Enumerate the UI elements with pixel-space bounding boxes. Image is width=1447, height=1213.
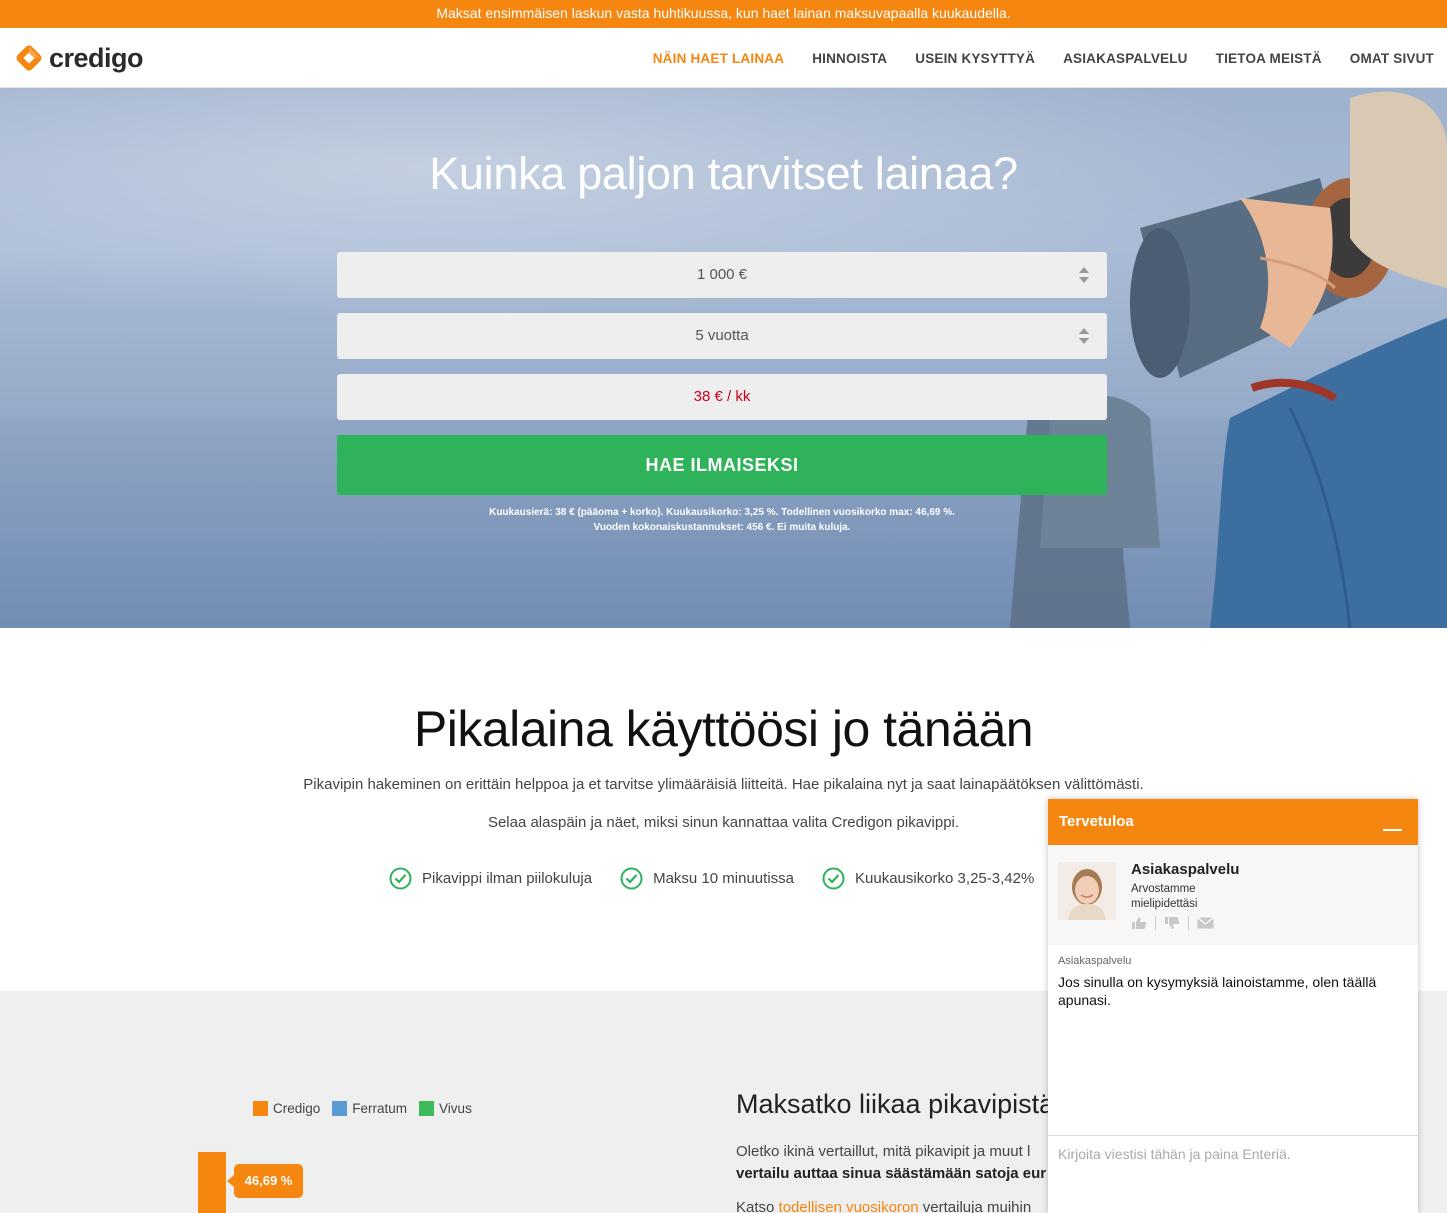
chart-legend: Credigo Ferratum Vivus: [253, 1101, 484, 1116]
loan-amount-select[interactable]: 1 000 €: [337, 252, 1107, 298]
fine-print-line-2: Vuoden kokonaiskustannukset: 456 €. Ei m…: [593, 522, 851, 533]
avatar: [1058, 862, 1116, 920]
legend-item: Credigo: [253, 1101, 320, 1116]
loan-fine-print: Kuukausierä: 38 € (pääoma + korko). Kuuk…: [337, 505, 1107, 535]
nav-item-asiakaspalvelu[interactable]: ASIAKASPALVELU: [1063, 51, 1188, 66]
feature-item: Maksu 10 minuutissa: [620, 867, 794, 890]
link-prefix: Katso: [736, 1199, 779, 1213]
nav-item-usein-kysyttya[interactable]: USEIN KYSYTTYÄ: [915, 51, 1035, 66]
monthly-payment-display: 38 € / kk: [337, 374, 1107, 420]
main-nav: NÄIN HAET LAINAA HINNOISTA USEIN KYSYTTY…: [625, 28, 1434, 88]
link-suffix: vertailuja muihin: [918, 1199, 1032, 1213]
legend-item: Ferratum: [332, 1101, 407, 1116]
chat-message-input[interactable]: Kirjoita viestisi tähän ja paina Enteriä…: [1048, 1135, 1418, 1213]
check-circle-icon: [389, 867, 412, 889]
chat-title: Tervetuloa: [1059, 813, 1134, 830]
comparison-text: Oletko ikinä vertaillut, mitä pikavipit …: [736, 1143, 1031, 1160]
agent-name: Asiakaspalvelu: [1131, 861, 1240, 878]
legend-swatch: [253, 1101, 268, 1116]
chat-agent-panel: Asiakaspalvelu Arvostamme mielipidettäsi: [1048, 845, 1418, 945]
monthly-payment-value: 38 € / kk: [693, 388, 751, 405]
logo[interactable]: credigo: [14, 42, 144, 74]
logo-text: credigo: [49, 42, 144, 73]
check-circle-icon: [620, 867, 643, 889]
comparison-title: Maksatko liikaa pikavipistä?: [736, 1089, 1070, 1119]
hero-title: Kuinka paljon tarvitset lainaa?: [429, 148, 1018, 199]
legend-label: Ferratum: [352, 1101, 408, 1116]
apr-link[interactable]: todellisen vuosikoron: [779, 1199, 919, 1213]
nav-item-omat-sivut[interactable]: OMAT SIVUT: [1350, 51, 1434, 66]
hero-section: Kuinka paljon tarvitset lainaa? 1 000 € …: [0, 88, 1447, 628]
email-icon[interactable]: [1197, 917, 1214, 929]
message-sender: Asiakaspalvelu: [1058, 955, 1132, 967]
chat-header[interactable]: Tervetuloa: [1048, 799, 1418, 845]
loan-term-select[interactable]: 5 vuotta: [337, 313, 1107, 359]
rating-row: [1131, 916, 1214, 930]
legend-label: Credigo: [273, 1101, 321, 1116]
section-title: Pikalaina käyttöösi jo tänään: [413, 701, 1034, 757]
feature-item: Pikavippi ilman piilokuluja: [389, 867, 592, 890]
comparison-bold-text: vertailu auttaa sinua säästämään satoja …: [736, 1165, 1047, 1182]
divider: [1155, 916, 1156, 930]
check-circle-icon: [822, 867, 845, 889]
chart-bar-credigo: [198, 1152, 226, 1213]
chart-bar-tooltip: 46,69 %: [227, 1164, 303, 1198]
nav-item-nain-haet-lainaa[interactable]: NÄIN HAET LAINAA: [653, 51, 784, 66]
fine-print-line-1: Kuukausierä: 38 € (pääoma + korko). Kuuk…: [489, 507, 955, 518]
comparison-paragraph: Oletko ikinä vertaillut, mitä pikavipit …: [736, 1141, 1046, 1185]
feature-label: Kuukausikorko 3,25-3,42%: [855, 869, 1035, 887]
legend-item: Vivus: [419, 1101, 472, 1116]
intro-paragraph-1: Pikavipin hakeminen on erittäin helppoa …: [303, 776, 1144, 793]
agent-subtitle: Arvostamme mielipidettäsi: [1131, 883, 1198, 910]
chat-widget: Tervetuloa Asiakaspalvelu Arvostamme mie…: [1048, 799, 1418, 1213]
feature-label: Pikavippi ilman piilokuluja: [422, 869, 593, 887]
loan-amount-value: 1 000 €: [696, 266, 748, 283]
promo-text: Maksat ensimmäisen laskun vasta huhtikuu…: [436, 5, 1011, 21]
thumbs-down-icon[interactable]: [1164, 916, 1180, 930]
nav-item-tietoa-meista[interactable]: TIETOA MEISTÄ: [1216, 51, 1322, 66]
legend-label: Vivus: [439, 1101, 472, 1116]
apply-button[interactable]: HAE ILMAISEKSI: [337, 435, 1107, 495]
site-header: credigo NÄIN HAET LAINAA HINNOISTA USEIN…: [0, 28, 1447, 88]
thumbs-up-icon[interactable]: [1131, 916, 1147, 930]
minimize-icon[interactable]: [1383, 829, 1402, 831]
nav-item-hinnoista[interactable]: HINNOISTA: [812, 51, 887, 66]
updown-arrows-icon: [1079, 267, 1089, 283]
feature-label: Maksu 10 minuutissa: [653, 869, 794, 887]
promo-banner: Maksat ensimmäisen laskun vasta huhtikuu…: [0, 0, 1447, 28]
comparison-link-line: Katso todellisen vuosikoron vertailuja m…: [736, 1199, 1031, 1213]
credigo-logo-icon: [16, 45, 42, 71]
legend-swatch: [332, 1101, 348, 1116]
feature-list: Pikavippi ilman piilokuluja Maksu 10 min…: [389, 865, 1062, 891]
legend-swatch: [419, 1101, 435, 1116]
updown-arrows-icon: [1079, 328, 1089, 344]
loan-term-value: 5 vuotta: [695, 327, 749, 344]
feature-item: Kuukausikorko 3,25-3,42%: [822, 867, 1034, 890]
divider: [1188, 916, 1189, 930]
chat-input-placeholder: Kirjoita viestisi tähän ja paina Enteriä…: [1058, 1146, 1291, 1162]
message-text: Jos sinulla on kysymyksiä lainoistamme, …: [1058, 974, 1377, 1008]
